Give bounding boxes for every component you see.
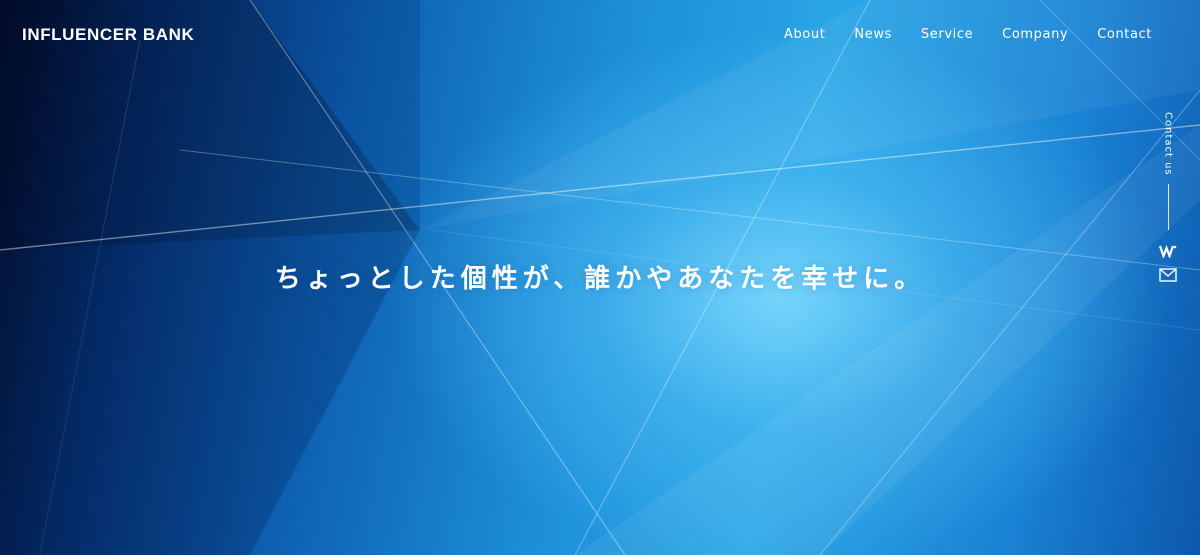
brand-logo[interactable]: INFLUENCER BANK bbox=[22, 25, 194, 45]
hero-tagline: ちょっとした個性が、誰かやあなたを幸せに。 bbox=[274, 264, 926, 294]
w-logo-icon[interactable] bbox=[1159, 244, 1177, 258]
nav-company[interactable]: Company bbox=[1002, 27, 1068, 42]
main-nav: About News Service Company Contact bbox=[784, 27, 1152, 42]
nav-service[interactable]: Service bbox=[921, 27, 973, 42]
nav-news[interactable]: News bbox=[854, 27, 892, 42]
nav-about[interactable]: About bbox=[784, 27, 825, 42]
side-rail: Contact us bbox=[1157, 112, 1179, 282]
nav-contact[interactable]: Contact bbox=[1097, 27, 1152, 42]
side-contact-us-link[interactable]: Contact us bbox=[1163, 112, 1174, 176]
side-divider bbox=[1167, 183, 1169, 230]
